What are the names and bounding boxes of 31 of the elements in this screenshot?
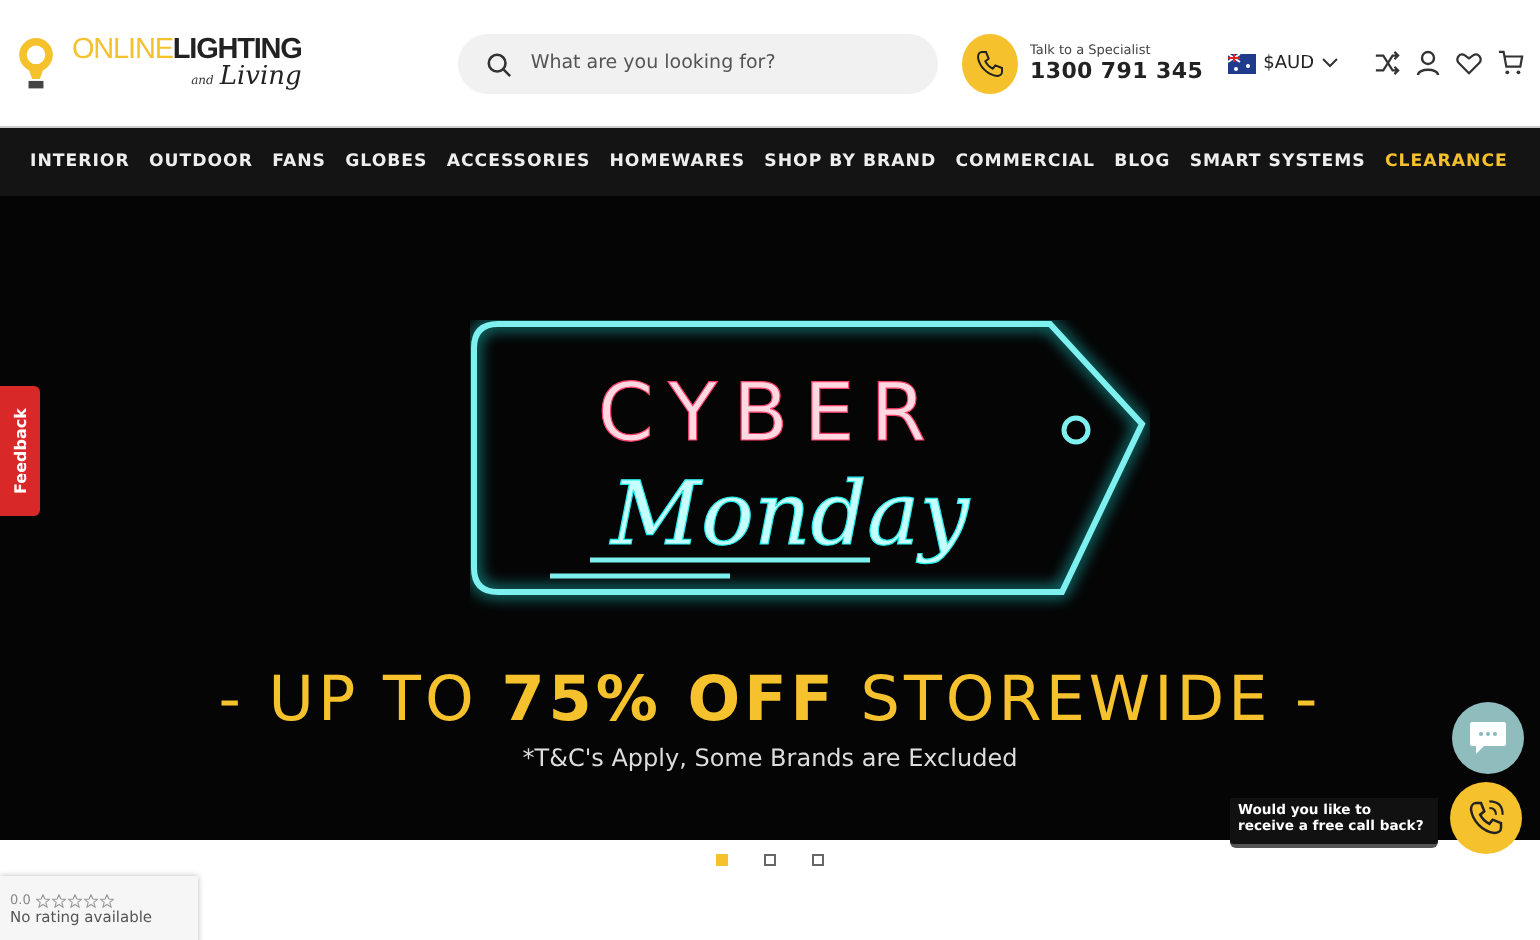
promo-terms: *T&C's Apply, Some Brands are Excluded bbox=[522, 744, 1018, 772]
nav-link[interactable]: ACCESSORIES bbox=[446, 152, 591, 172]
feedback-tab[interactable]: Feedback bbox=[0, 386, 40, 516]
chevron-down-icon bbox=[1322, 58, 1338, 68]
nav-link[interactable]: COMMERCIAL bbox=[955, 152, 1096, 172]
user-icon[interactable] bbox=[1416, 50, 1440, 76]
phone-number[interactable]: 1300 791 345 bbox=[1029, 58, 1204, 84]
nav-link[interactable]: INTERIOR bbox=[30, 152, 130, 172]
nav-link[interactable]: SHOP BY BRAND bbox=[764, 152, 937, 172]
currency-selector[interactable]: $AUD bbox=[1227, 53, 1338, 73]
chat-bubble-icon bbox=[1468, 720, 1508, 756]
search-icon bbox=[486, 51, 513, 77]
shuffle-icon[interactable] bbox=[1374, 50, 1400, 76]
phone-icon bbox=[974, 47, 1007, 79]
nav-link[interactable]: BLOG bbox=[1114, 152, 1171, 172]
nav-link[interactable]: FANS bbox=[272, 152, 326, 172]
search-field[interactable]: What are you looking for? bbox=[458, 33, 939, 93]
logo-wordmark[interactable]: ONLINELIGHTING bbox=[72, 33, 302, 65]
nav-link[interactable]: OUTDOOR bbox=[148, 152, 253, 172]
bulb-pin-icon bbox=[16, 37, 56, 93]
nav-link[interactable]: GLOBES bbox=[345, 152, 428, 172]
promo-headline: - UP TO 75% OFF STOREWIDE - bbox=[218, 664, 1322, 736]
cart-icon[interactable] bbox=[1498, 50, 1524, 76]
nav-link[interactable]: HOMEWARES bbox=[609, 152, 746, 172]
phone-button[interactable] bbox=[962, 33, 1018, 93]
nav-link[interactable]: SMART SYSTEMS bbox=[1189, 152, 1366, 172]
nav-link[interactable]: CLEARANCE bbox=[1384, 152, 1508, 172]
heart-icon[interactable] bbox=[1456, 51, 1482, 75]
flag-icon bbox=[1227, 53, 1256, 73]
phone-icon bbox=[1466, 798, 1506, 838]
logo-tagline: Living bbox=[219, 61, 302, 91]
